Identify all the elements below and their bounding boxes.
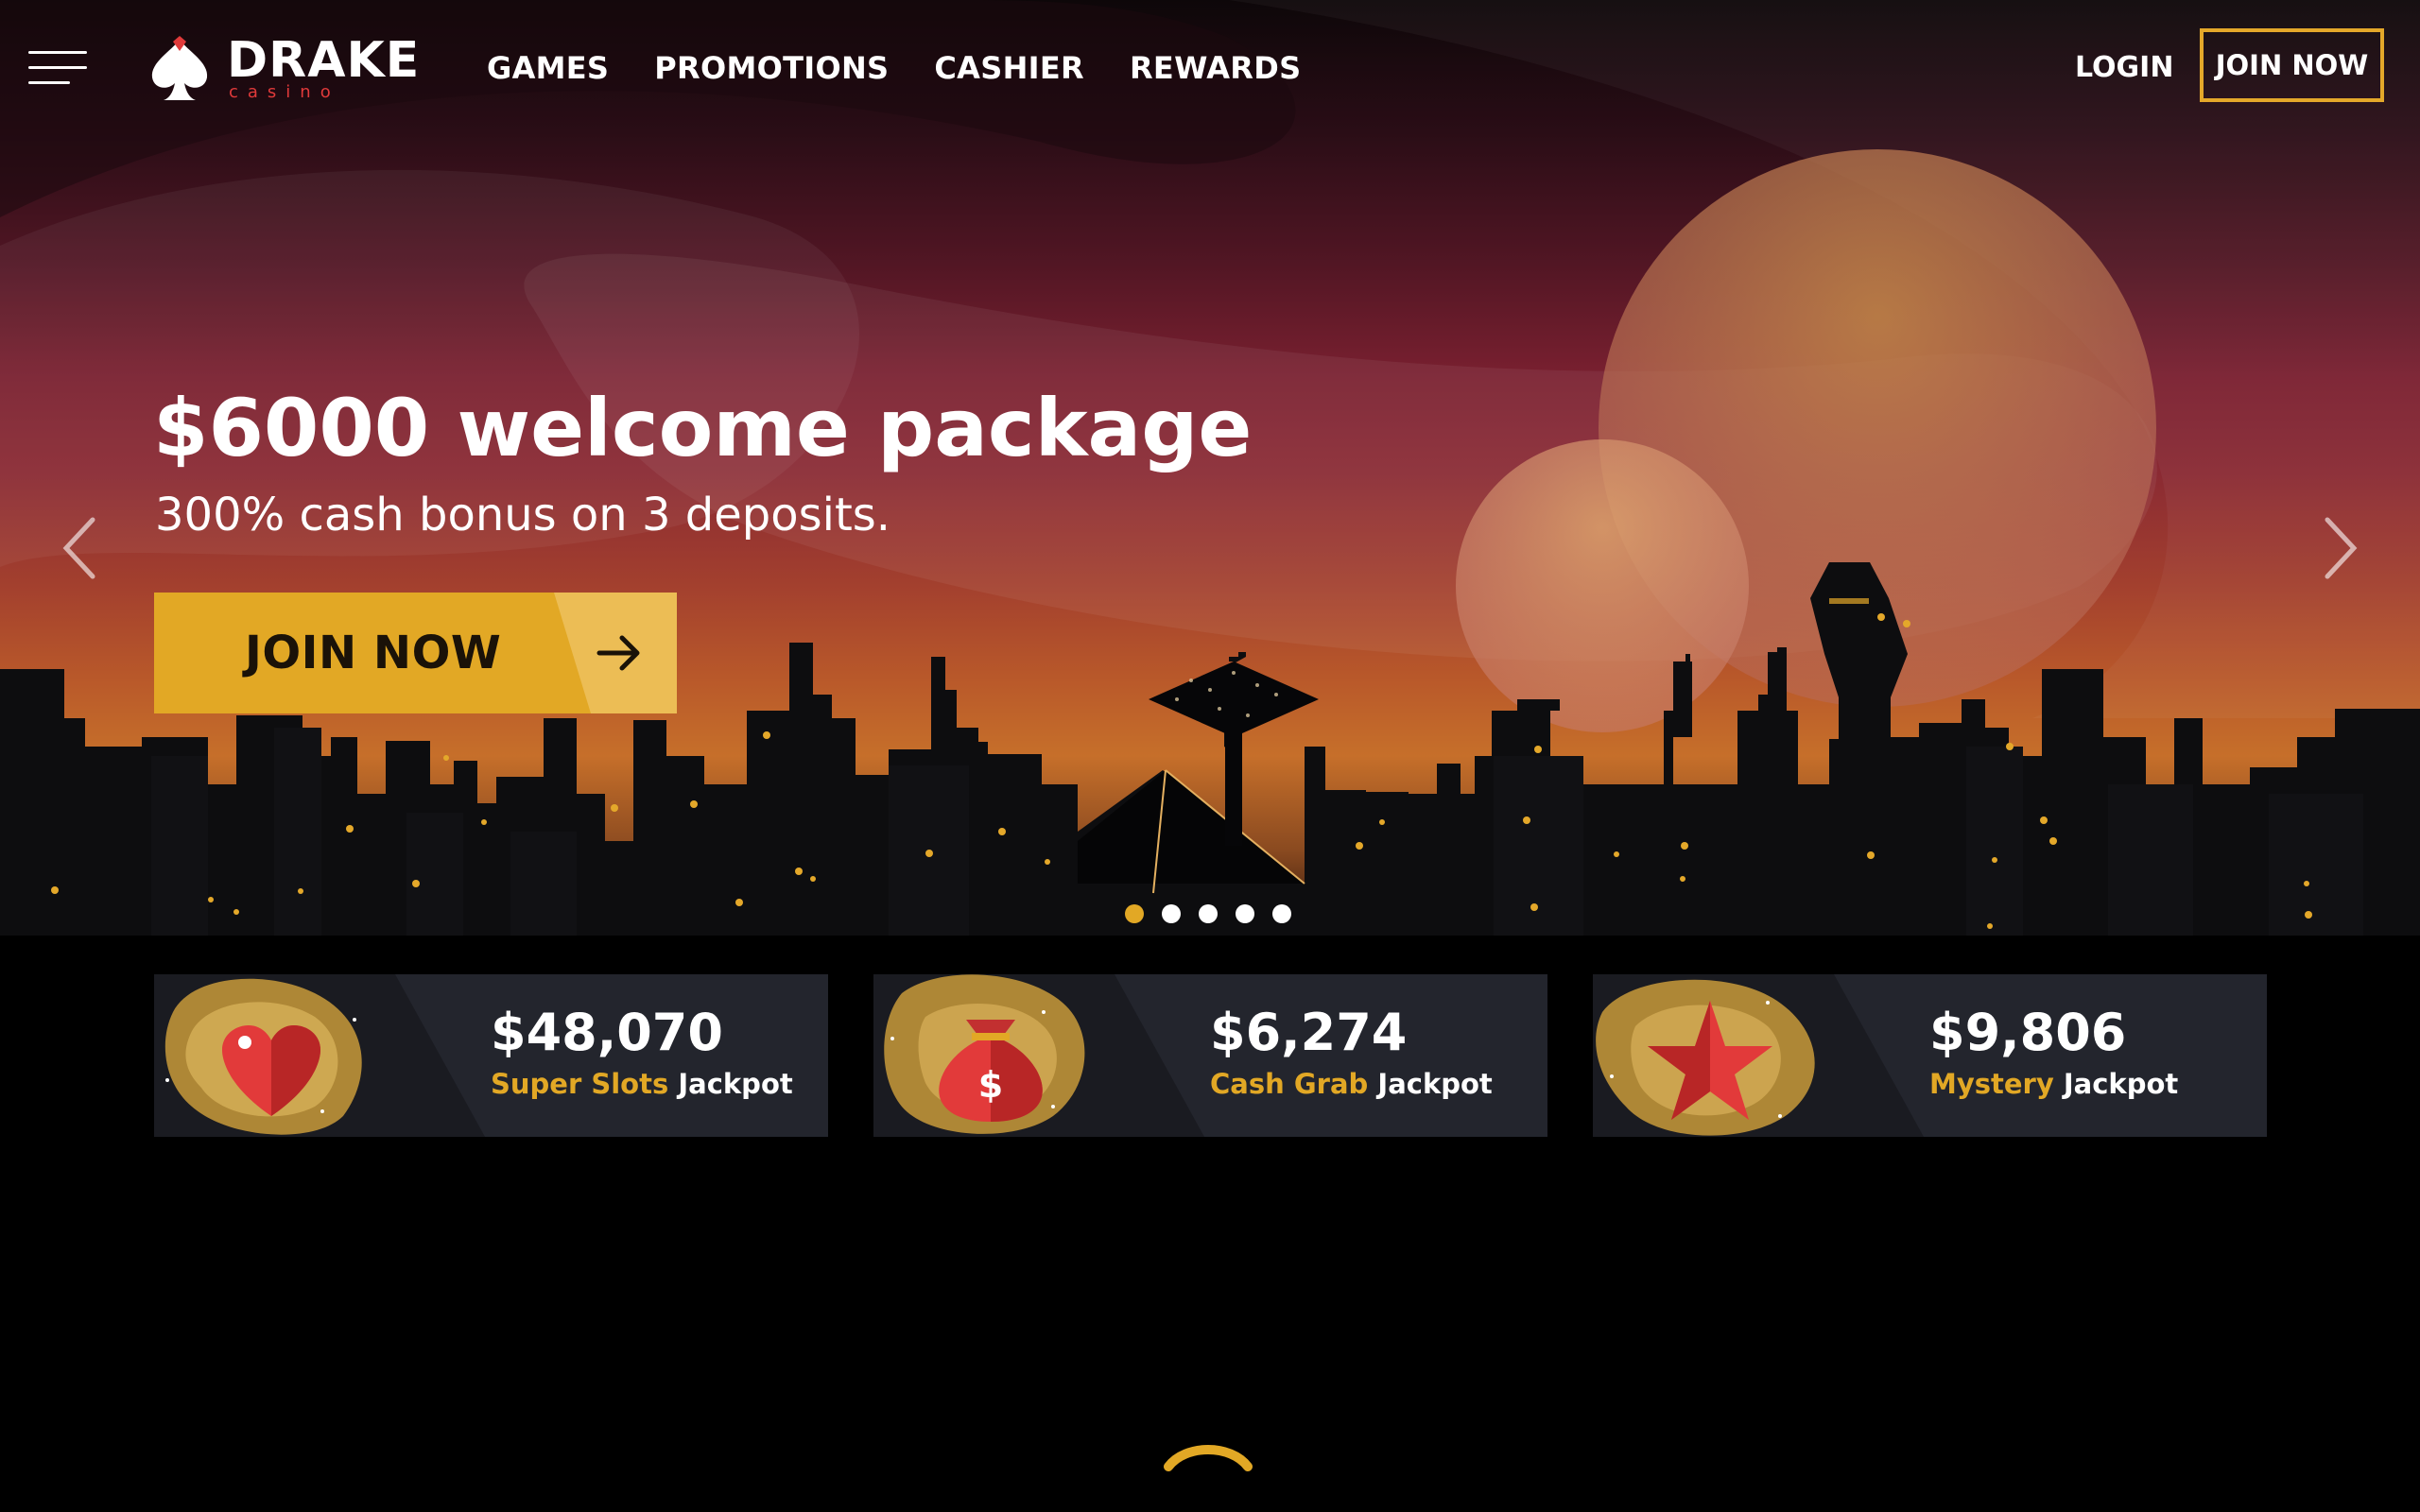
- hero-banner: DRAKE casino GAMES PROMOTIONS CASHIER RE…: [0, 0, 2420, 945]
- carousel-dot-3[interactable]: [1199, 904, 1218, 923]
- login-link[interactable]: LOGIN: [2075, 45, 2173, 91]
- hero-cta-label: JOIN NOW: [245, 627, 502, 679]
- nav-promotions[interactable]: PROMOTIONS: [654, 45, 889, 91]
- carousel-dot-1[interactable]: [1125, 904, 1144, 923]
- carousel-next-chevron-icon[interactable]: [2316, 510, 2363, 586]
- join-now-header-button[interactable]: JOIN NOW: [2200, 28, 2384, 102]
- jackpot-name: Super Slots Jackpot: [491, 1065, 793, 1103]
- jackpot-amount: $9,806: [1929, 1003, 2127, 1062]
- nav-cashier[interactable]: CASHIER: [934, 45, 1084, 91]
- jackpot-name-highlight: Super Slots: [491, 1068, 669, 1100]
- top-navigation-bar: DRAKE casino GAMES PROMOTIONS CASHIER RE…: [0, 0, 2420, 132]
- jackpot-name-highlight: Mystery: [1929, 1068, 2054, 1100]
- jackpot-name-suffix: Jackpot: [2063, 1068, 2179, 1100]
- jackpot-card-cash-grab[interactable]: $ $6,274 Cash Grab Jackpot: [873, 974, 1547, 1137]
- arrow-right-icon: [596, 635, 640, 671]
- menu-hamburger-icon[interactable]: [28, 47, 89, 89]
- jackpot-name: Mystery Jackpot: [1929, 1065, 2178, 1103]
- hero-join-now-button[interactable]: JOIN NOW: [154, 593, 677, 713]
- heart-icon: [164, 978, 362, 1135]
- jackpot-amount: $48,070: [491, 1003, 723, 1062]
- svg-text:$: $: [978, 1064, 1003, 1106]
- logo-wordmark: DRAKE: [227, 32, 421, 89]
- nav-rewards[interactable]: REWARDS: [1130, 45, 1301, 91]
- carousel-prev-chevron-icon[interactable]: [57, 510, 104, 586]
- jackpot-cards: $48,070 Super Slots Jackpot $ $6,274 Cas…: [154, 974, 2267, 1137]
- hero-headline: $6000 welcome package: [153, 382, 1253, 474]
- carousel-dot-4[interactable]: [1236, 904, 1254, 923]
- jackpot-card-mystery[interactable]: $9,806 Mystery Jackpot: [1593, 974, 2267, 1137]
- nav-games[interactable]: GAMES: [487, 45, 609, 91]
- carousel-dot-2[interactable]: [1162, 904, 1181, 923]
- drake-casino-logo[interactable]: DRAKE casino: [142, 30, 419, 106]
- hero-subline: 300% cash bonus on 3 deposits.: [155, 489, 891, 541]
- jackpot-card-super-slots[interactable]: $48,070 Super Slots Jackpot: [154, 974, 828, 1137]
- carousel-dot-5[interactable]: [1272, 904, 1291, 923]
- star-icon: [1596, 979, 1815, 1136]
- jackpot-name-suffix: Jackpot: [1377, 1068, 1493, 1100]
- jackpot-name-suffix: Jackpot: [678, 1068, 793, 1100]
- jackpot-name: Cash Grab Jackpot: [1210, 1065, 1493, 1103]
- jackpot-name-highlight: Cash Grab: [1210, 1068, 1369, 1100]
- money-bag-icon: $: [884, 974, 1085, 1134]
- spade-logo-icon: [151, 36, 208, 100]
- carousel-pagination: [1125, 904, 1291, 923]
- jackpot-amount: $6,274: [1210, 1003, 1408, 1062]
- main-nav: GAMES PROMOTIONS CASHIER REWARDS: [487, 45, 1301, 91]
- scroll-down-arc-icon[interactable]: [1163, 1436, 1253, 1474]
- logo-subtitle: casino: [229, 82, 340, 102]
